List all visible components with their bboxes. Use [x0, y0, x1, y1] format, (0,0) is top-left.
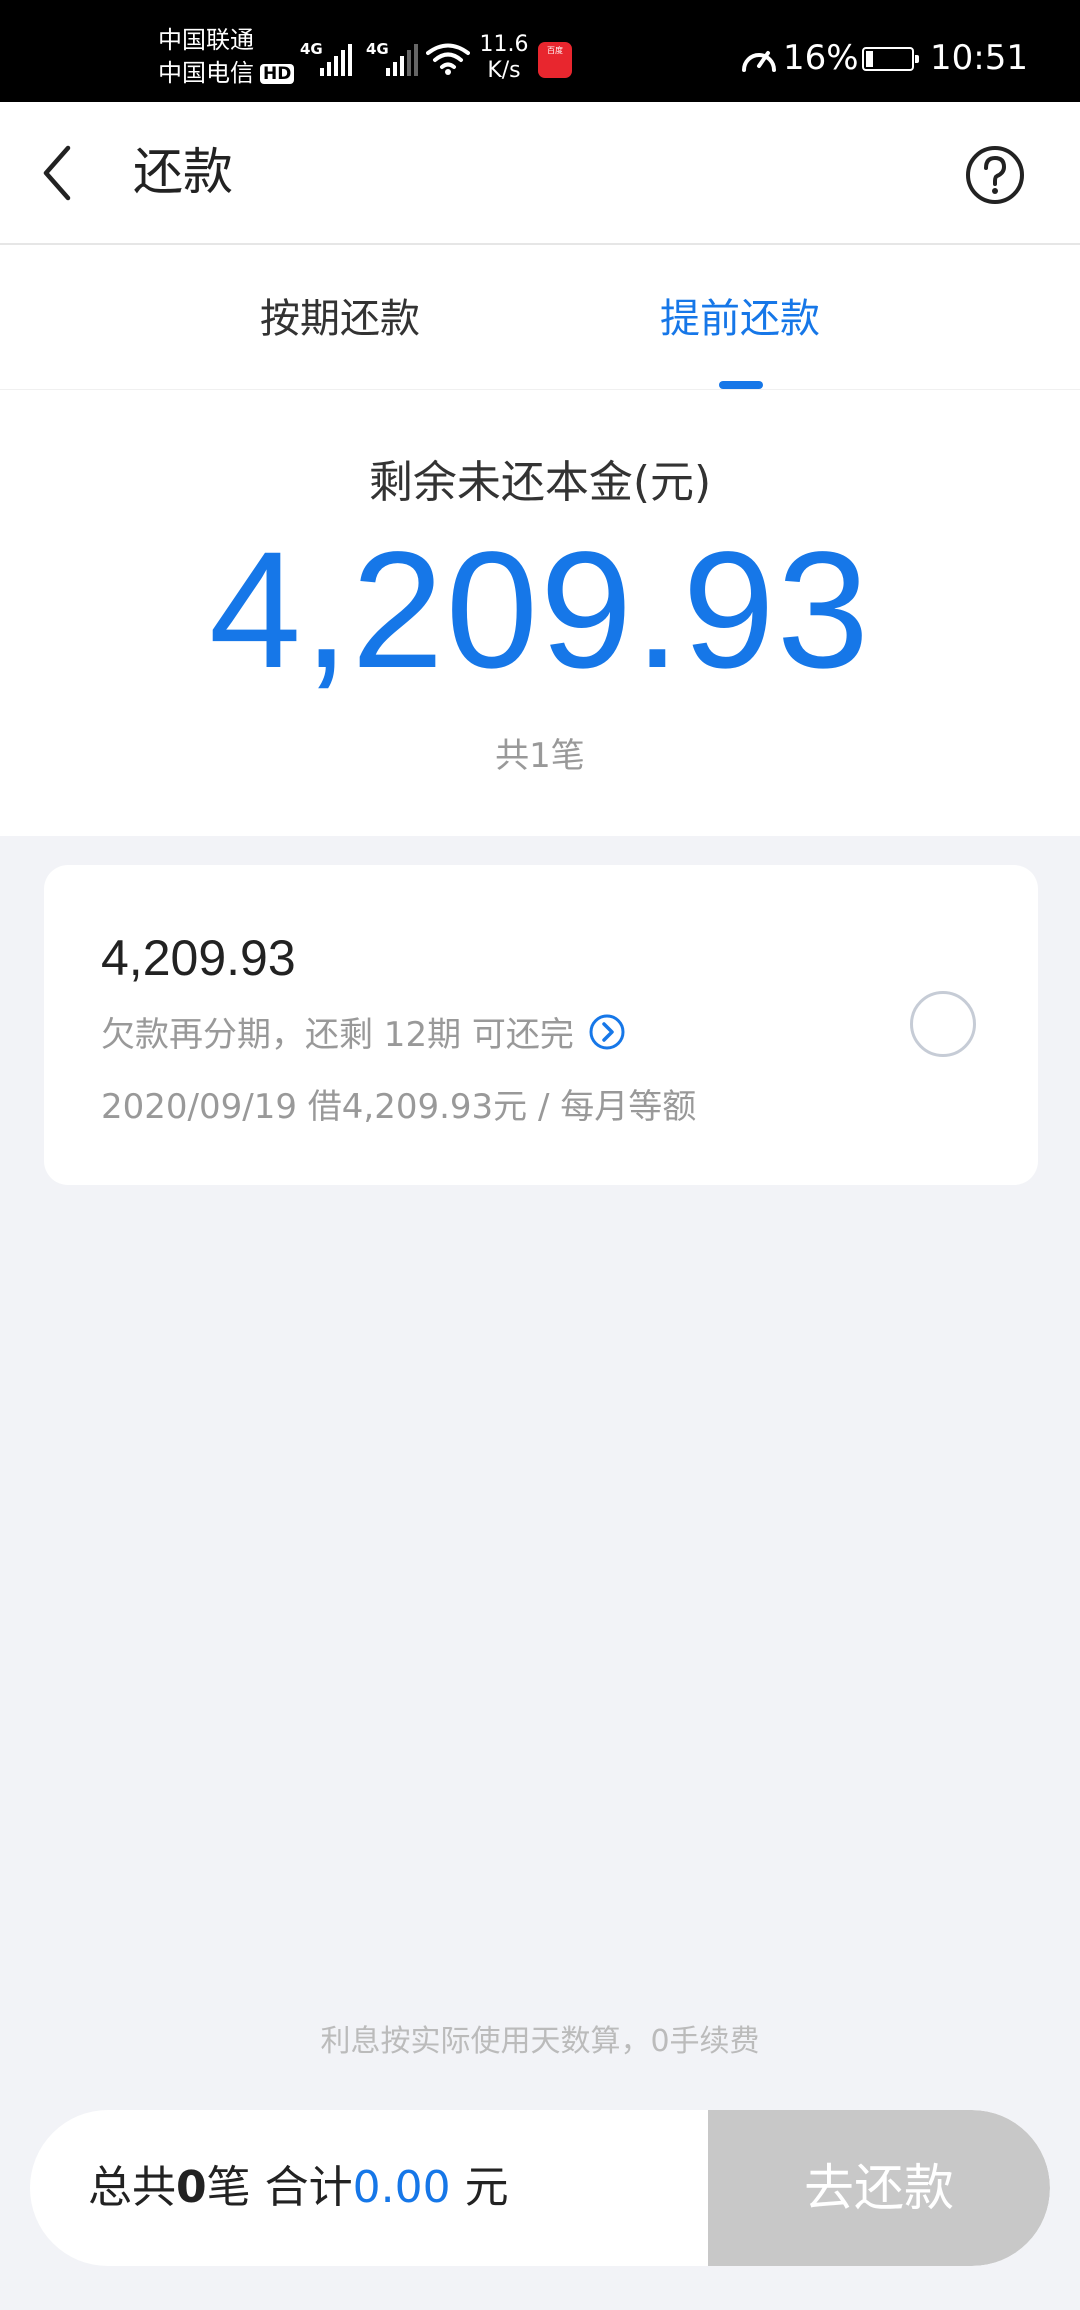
repay-button[interactable]: 去还款	[708, 2110, 1050, 2266]
network-speed-unit: K/s	[487, 58, 521, 83]
total-count-unit: 笔 合计	[206, 2162, 353, 2213]
total-count: 0	[176, 2162, 207, 2213]
summary-amount: 4,209.93	[208, 518, 872, 703]
remaining-principal-summary: 剩余未还本金(元) 4,209.93 共1笔	[0, 390, 1080, 836]
page-title: 还款	[133, 143, 233, 201]
network-speed-value: 11.6	[479, 32, 529, 57]
loan-detail: 2020/09/19 借4,209.93元 / 每月等额	[101, 1087, 697, 1127]
signal-strength-icon: 4G	[300, 38, 364, 80]
battery-level	[866, 51, 873, 67]
chevron-right-circle-icon[interactable]	[588, 1013, 626, 1051]
total-summary: 总共0笔 合计0.00 元	[88, 2160, 509, 2216]
carrier-name-2: 中国电信	[158, 59, 254, 87]
total-prefix: 总共	[88, 2162, 176, 2213]
carrier-info: 中国联通 中国电信 HD	[158, 24, 295, 90]
speedometer-icon	[742, 51, 776, 72]
loan-plan-link[interactable]: 欠款再分期，还剩 12期 可还完	[101, 1007, 626, 1056]
clock: 10:51	[930, 38, 1028, 78]
app-header: 还款	[0, 102, 1080, 245]
total-unit: 元	[450, 2162, 509, 2213]
total-amount: 0.00	[352, 2162, 451, 2213]
chevron-left-icon	[43, 145, 71, 201]
checkout-bar: 总共0笔 合计0.00 元 去还款	[30, 2110, 1050, 2266]
carrier-name-1: 中国联通	[158, 26, 254, 54]
hd-badge: HD	[260, 63, 295, 84]
repay-tabs: 按期还款 提前还款	[0, 245, 1080, 390]
signal-strength-icon-2: 4G	[366, 38, 430, 80]
battery-percent: 16%	[783, 38, 859, 78]
tab-scheduled-repayment[interactable]: 按期还款	[260, 295, 420, 343]
loan-card[interactable]: 4,209.93 欠款再分期，还剩 12期 可还完 2020/09/19 借4,…	[44, 865, 1038, 1185]
loan-amount: 4,209.93	[101, 930, 296, 986]
app-notification-icon: 百度	[538, 42, 572, 78]
back-button[interactable]	[36, 138, 96, 208]
summary-label: 剩余未还本金(元)	[368, 457, 712, 508]
tab-early-repayment[interactable]: 提前还款	[660, 295, 820, 343]
question-circle-icon	[966, 146, 1024, 204]
battery-icon	[862, 47, 919, 71]
help-button[interactable]	[964, 144, 1026, 206]
interest-note: 利息按实际使用天数算，0手续费	[320, 2024, 760, 2059]
wifi-icon	[426, 43, 470, 75]
network-speed: 11.6 K/s	[478, 32, 530, 84]
app-notification-label: 百度	[547, 46, 563, 55]
tab-active-indicator	[719, 381, 763, 389]
loan-select-radio[interactable]	[910, 991, 976, 1057]
status-bar: 中国联通 中国电信 HD 4G 4G 11.6 K/s 百度 16% 10:51	[0, 0, 1080, 102]
summary-count: 共1笔	[495, 736, 585, 776]
loan-plan-text: 欠款再分期，还剩 12期 可还完	[101, 1015, 574, 1055]
